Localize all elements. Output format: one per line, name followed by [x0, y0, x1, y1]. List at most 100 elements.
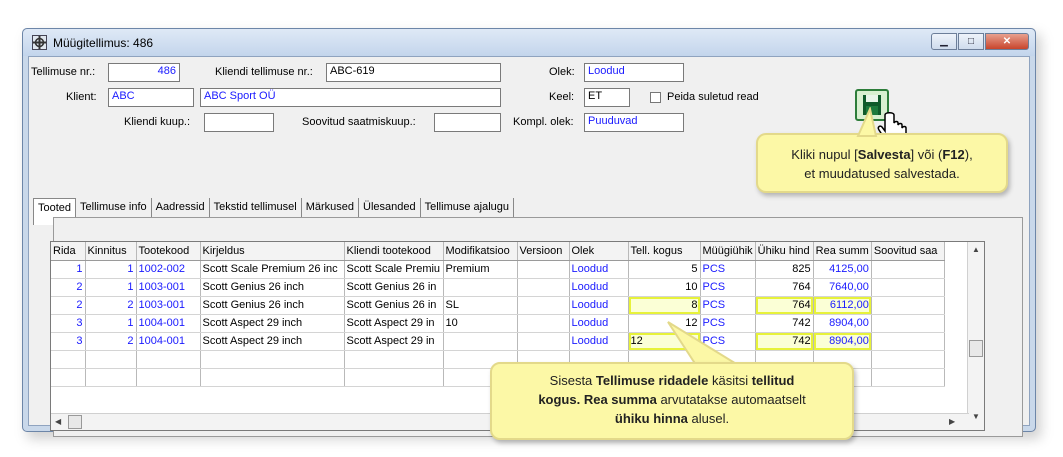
table-cell[interactable]: Scott Aspect 29 in: [344, 314, 444, 333]
column-header[interactable]: Kirjeldus: [200, 242, 345, 261]
column-header[interactable]: Soovitud saa: [871, 242, 945, 261]
scroll-left-icon[interactable]: ◀: [55, 417, 61, 426]
table-cell[interactable]: 1: [85, 278, 137, 297]
column-header[interactable]: Ühiku hind: [755, 242, 814, 261]
minimize-button[interactable]: ▁: [931, 33, 957, 50]
client-name-field[interactable]: ABC Sport OÜ: [200, 88, 501, 107]
table-cell[interactable]: 8904,00: [813, 314, 872, 333]
table-cell[interactable]: 1: [85, 260, 137, 279]
table-cell[interactable]: 6112,00: [813, 296, 872, 315]
table-cell[interactable]: 7640,00: [813, 278, 872, 297]
column-header[interactable]: Olek: [569, 242, 629, 261]
table-cell[interactable]: 742: [755, 332, 814, 351]
table-cell[interactable]: 2: [51, 296, 86, 315]
table-cell[interactable]: Scott Aspect 29 inch: [200, 332, 345, 351]
scroll-down-icon[interactable]: ▼: [972, 412, 980, 421]
horizontal-scroll-thumb[interactable]: [68, 415, 82, 429]
client-order-field[interactable]: ABC-619: [326, 63, 501, 82]
table-cell[interactable]: Loodud: [569, 314, 629, 333]
table-cell[interactable]: [871, 296, 945, 315]
table-cell[interactable]: Scott Genius 26 inch: [200, 278, 345, 297]
table-cell[interactable]: 5: [628, 260, 701, 279]
table-cell[interactable]: 1003-001: [136, 278, 201, 297]
table-cell[interactable]: [517, 332, 570, 351]
column-header[interactable]: Rea summ: [813, 242, 872, 261]
table-cell[interactable]: Scott Genius 26 inch: [200, 296, 345, 315]
table-cell[interactable]: 1002-002: [136, 260, 201, 279]
preferred-ship-field[interactable]: [434, 113, 501, 132]
table-cell[interactable]: Scott Aspect 29 inch: [200, 314, 345, 333]
column-header[interactable]: Rida: [51, 242, 86, 261]
table-cell[interactable]: [871, 260, 945, 279]
client-buyer-field[interactable]: [204, 113, 274, 132]
table-row[interactable]: 1 1 1002-002 Scott Scale Premium 26 inc Scot…: [51, 260, 945, 279]
table-cell[interactable]: PCS: [700, 296, 756, 315]
column-header[interactable]: Kinnitus: [85, 242, 137, 261]
status-field[interactable]: Loodud: [584, 63, 684, 82]
table-cell[interactable]: [871, 332, 945, 351]
table-cell[interactable]: 8: [628, 296, 701, 315]
table-cell[interactable]: 10: [628, 278, 701, 297]
order-nr-field[interactable]: 486: [108, 63, 180, 82]
column-header[interactable]: Tootekood: [136, 242, 201, 261]
column-header[interactable]: Kliendi tootekood: [344, 242, 444, 261]
table-cell[interactable]: 1004-001: [136, 314, 201, 333]
table-cell[interactable]: 764: [755, 296, 814, 315]
table-cell[interactable]: [517, 260, 570, 279]
table-cell[interactable]: 2: [85, 296, 137, 315]
table-cell[interactable]: 2: [51, 278, 86, 297]
scroll-right-icon[interactable]: ▶: [949, 417, 955, 426]
table-row[interactable]: 3 2 1004-001 Scott Aspect 29 inch Scott Aspe…: [51, 332, 945, 351]
table-cell[interactable]: Scott Genius 26 in: [344, 278, 444, 297]
table-cell[interactable]: 1: [85, 314, 137, 333]
table-cell[interactable]: 825: [755, 260, 814, 279]
column-header[interactable]: Versioon: [517, 242, 570, 261]
table-cell: [344, 350, 444, 369]
column-header[interactable]: Modifikatsioo: [443, 242, 518, 261]
table-cell[interactable]: 764: [755, 278, 814, 297]
table-cell[interactable]: Loodud: [569, 332, 629, 351]
table-cell[interactable]: Loodud: [569, 278, 629, 297]
table-cell[interactable]: Scott Aspect 29 in: [344, 332, 444, 351]
table-row[interactable]: 2 2 1003-001 Scott Genius 26 inch Scott Geni…: [51, 296, 945, 315]
table-cell[interactable]: PCS: [700, 278, 756, 297]
table-cell[interactable]: Loodud: [569, 260, 629, 279]
compl-status-field[interactable]: Puuduvad: [584, 113, 684, 132]
table-cell[interactable]: [517, 296, 570, 315]
table-cell[interactable]: 2: [85, 332, 137, 351]
table-cell[interactable]: 1003-001: [136, 296, 201, 315]
table-cell[interactable]: 3: [51, 314, 86, 333]
table-cell[interactable]: 1: [51, 260, 86, 279]
table-cell[interactable]: Scott Genius 26 in: [344, 296, 444, 315]
table-cell[interactable]: PCS: [700, 260, 756, 279]
table-cell[interactable]: Scott Scale Premiu: [344, 260, 444, 279]
table-cell[interactable]: Loodud: [569, 296, 629, 315]
table-cell[interactable]: [871, 314, 945, 333]
table-row[interactable]: 3 1 1004-001 Scott Aspect 29 inch Scott Aspe…: [51, 314, 945, 333]
table-cell[interactable]: 742: [755, 314, 814, 333]
table-cell[interactable]: 8904,00: [813, 332, 872, 351]
table-cell[interactable]: Scott Scale Premium 26 inc: [200, 260, 345, 279]
client-code-field[interactable]: ABC: [108, 88, 194, 107]
hide-closed-checkbox[interactable]: [650, 92, 661, 103]
table-cell[interactable]: 3: [51, 332, 86, 351]
table-cell[interactable]: [517, 314, 570, 333]
scroll-up-icon[interactable]: ▲: [972, 245, 980, 254]
maximize-button[interactable]: □: [958, 33, 984, 50]
column-header[interactable]: Müügiühik: [700, 242, 756, 261]
table-cell[interactable]: 4125,00: [813, 260, 872, 279]
table-row[interactable]: 2 1 1003-001 Scott Genius 26 inch Scott Geni…: [51, 278, 945, 297]
table-cell[interactable]: [443, 332, 518, 351]
table-cell[interactable]: [443, 278, 518, 297]
table-cell[interactable]: Premium: [443, 260, 518, 279]
table-cell[interactable]: [517, 278, 570, 297]
vertical-scrollbar[interactable]: ▲ ▼: [967, 242, 984, 430]
table-cell[interactable]: 1004-001: [136, 332, 201, 351]
column-header[interactable]: Tell. kogus: [628, 242, 701, 261]
close-button[interactable]: ✕: [985, 33, 1029, 50]
table-cell[interactable]: [871, 278, 945, 297]
table-cell[interactable]: SL: [443, 296, 518, 315]
vertical-scroll-thumb[interactable]: [969, 340, 983, 357]
table-cell[interactable]: 10: [443, 314, 518, 333]
language-field[interactable]: ET: [584, 88, 630, 107]
